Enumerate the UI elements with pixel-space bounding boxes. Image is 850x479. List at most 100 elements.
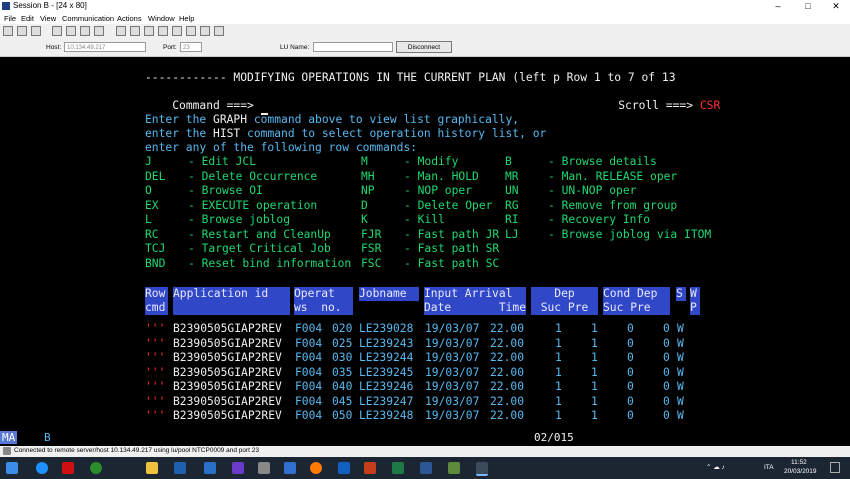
- row-cmd-field[interactable]: ''': [145, 395, 165, 409]
- cell-dep-pre: 1: [591, 322, 598, 335]
- menu-bar: File Edit View Communication Actions Win…: [0, 13, 850, 24]
- row-command-description: - Delete Oper: [404, 198, 493, 212]
- menu-communication[interactable]: Communication: [62, 14, 114, 23]
- excel-icon[interactable]: [392, 462, 404, 474]
- lu-name-field[interactable]: [313, 42, 393, 52]
- minimize-button[interactable]: –: [764, 0, 792, 13]
- toolbar-icon-4[interactable]: [52, 26, 62, 36]
- mail-icon[interactable]: [204, 462, 216, 474]
- row-command-code: BND: [145, 256, 166, 270]
- explorer-icon[interactable]: [146, 462, 158, 474]
- app-icon: [2, 2, 10, 10]
- firefox-icon[interactable]: [310, 462, 322, 474]
- edge-icon[interactable]: [36, 462, 48, 474]
- toolbar-icon-13[interactable]: [186, 26, 196, 36]
- toolbar-icon-9[interactable]: [130, 26, 140, 36]
- col-header-cond-dep: Cond Dep Suc Pre: [603, 287, 670, 315]
- host-field[interactable]: 10.134.49.217: [64, 42, 146, 52]
- row-cmd-field[interactable]: ''': [145, 337, 165, 351]
- toolbar-icon-5[interactable]: [66, 26, 76, 36]
- row-command-description: - Man. RELEASE oper: [548, 169, 678, 183]
- oia-cursor-position: 02/015: [534, 431, 574, 444]
- powerpoint-icon[interactable]: [364, 462, 376, 474]
- app-icon-blue[interactable]: [284, 462, 296, 474]
- toolbar-icon-14[interactable]: [200, 26, 210, 36]
- port-field[interactable]: 23: [180, 42, 202, 52]
- cell-jobname: LE239247: [359, 394, 414, 408]
- cell-cond-pre: 0: [663, 365, 670, 379]
- toolbar-icon-11[interactable]: [158, 26, 168, 36]
- toolbar-icon-10[interactable]: [144, 26, 154, 36]
- toolbar-icon-6[interactable]: [80, 26, 90, 36]
- toolbar-icon-3[interactable]: [31, 26, 41, 36]
- cell-application-id: B2390505GIAP2REV: [173, 409, 282, 422]
- menu-actions[interactable]: Actions: [117, 14, 142, 23]
- menu-file[interactable]: File: [4, 14, 16, 23]
- outlook-icon[interactable]: [338, 462, 350, 474]
- instruction-line-1: Enter the GRAPH command above to view li…: [145, 113, 520, 126]
- cell-input-date: 19/03/07: [425, 380, 480, 393]
- cell-input-date: 19/03/07: [425, 394, 480, 408]
- app-icon-purple[interactable]: [232, 462, 244, 474]
- disconnect-button[interactable]: Disconnect: [396, 41, 452, 53]
- terminal-screen[interactable]: ------------ MODIFYING OPERATIONS IN THE…: [0, 57, 850, 430]
- toolbar-icon-15[interactable]: [214, 26, 224, 36]
- menu-edit[interactable]: Edit: [21, 14, 34, 23]
- cell-workstation: F004: [295, 380, 323, 393]
- cell-input-date: 19/03/07: [425, 351, 480, 364]
- cell-workstation: F004: [295, 365, 323, 379]
- clock-time[interactable]: 11:52: [791, 459, 807, 466]
- xbox-icon[interactable]: [90, 462, 102, 474]
- cell-op-number: 030: [332, 351, 353, 364]
- cell-input-time: 22.00: [490, 380, 525, 393]
- cell-cond-suc: 0: [627, 351, 634, 364]
- app-icon-red[interactable]: [62, 462, 74, 474]
- cell-cond-suc: 0: [627, 394, 634, 408]
- app-icon-gray[interactable]: [258, 462, 270, 474]
- tray-icons[interactable]: ⌃ ☁ ♪: [706, 463, 725, 471]
- cell-dep-pre: 1: [591, 336, 598, 350]
- clock-date[interactable]: 20/03/2019: [784, 468, 817, 475]
- menu-window[interactable]: Window: [148, 14, 175, 23]
- terminal-taskbar-icon[interactable]: [476, 462, 488, 476]
- toolbar-icon-8[interactable]: [116, 26, 126, 36]
- cell-dep-suc: 1: [555, 322, 562, 335]
- row-command-description: - EXECUTE operation: [188, 198, 318, 212]
- toolbar-icon-7[interactable]: [94, 26, 104, 36]
- row-cmd-field[interactable]: ''': [145, 366, 165, 380]
- col-header-row-cmd: Row cmd: [145, 287, 168, 315]
- cell-dep-pre: 1: [591, 394, 598, 408]
- toolbar-icon-2[interactable]: [17, 26, 27, 36]
- row-cmd-field[interactable]: ''': [145, 380, 165, 394]
- notifications-icon[interactable]: [830, 462, 840, 473]
- row-command-code: FJR: [361, 227, 382, 241]
- maximize-button[interactable]: □: [794, 0, 822, 13]
- scroll-line: Scroll ===> CSR: [591, 85, 720, 112]
- command-label: Command ===>: [172, 99, 261, 112]
- instruction-line-2: enter the HIST command to select operati…: [145, 127, 547, 140]
- cell-input-time: 22.00: [490, 409, 525, 422]
- col-header-s: S: [676, 287, 686, 301]
- row-command-description: - NOP oper: [404, 184, 473, 197]
- row-cmd-field[interactable]: ''': [145, 351, 165, 365]
- status-text: Connected to remote server/host 10.134.4…: [14, 447, 259, 454]
- start-icon[interactable]: [6, 462, 18, 474]
- toolbar-icon-1[interactable]: [3, 26, 13, 36]
- input-language[interactable]: ITA: [764, 464, 774, 471]
- app-icon-green[interactable]: [448, 462, 460, 474]
- cell-dep-suc: 1: [555, 336, 562, 350]
- toolbar-icon-12[interactable]: [172, 26, 182, 36]
- close-button[interactable]: ✕: [822, 0, 850, 13]
- window-title: Session B - [24 x 80]: [13, 1, 87, 10]
- row-cmd-field[interactable]: ''': [145, 322, 165, 336]
- cell-workstation: F004: [295, 409, 323, 422]
- cell-cond-pre: 0: [663, 322, 670, 335]
- menu-view[interactable]: View: [40, 14, 56, 23]
- store-icon[interactable]: [174, 462, 186, 474]
- row-command-code: M: [361, 155, 368, 168]
- scroll-value[interactable]: CSR: [700, 99, 720, 112]
- word-icon[interactable]: [420, 462, 432, 474]
- menu-help[interactable]: Help: [179, 14, 194, 23]
- row-cmd-field[interactable]: ''': [145, 409, 165, 423]
- cell-input-time: 22.00: [490, 394, 525, 408]
